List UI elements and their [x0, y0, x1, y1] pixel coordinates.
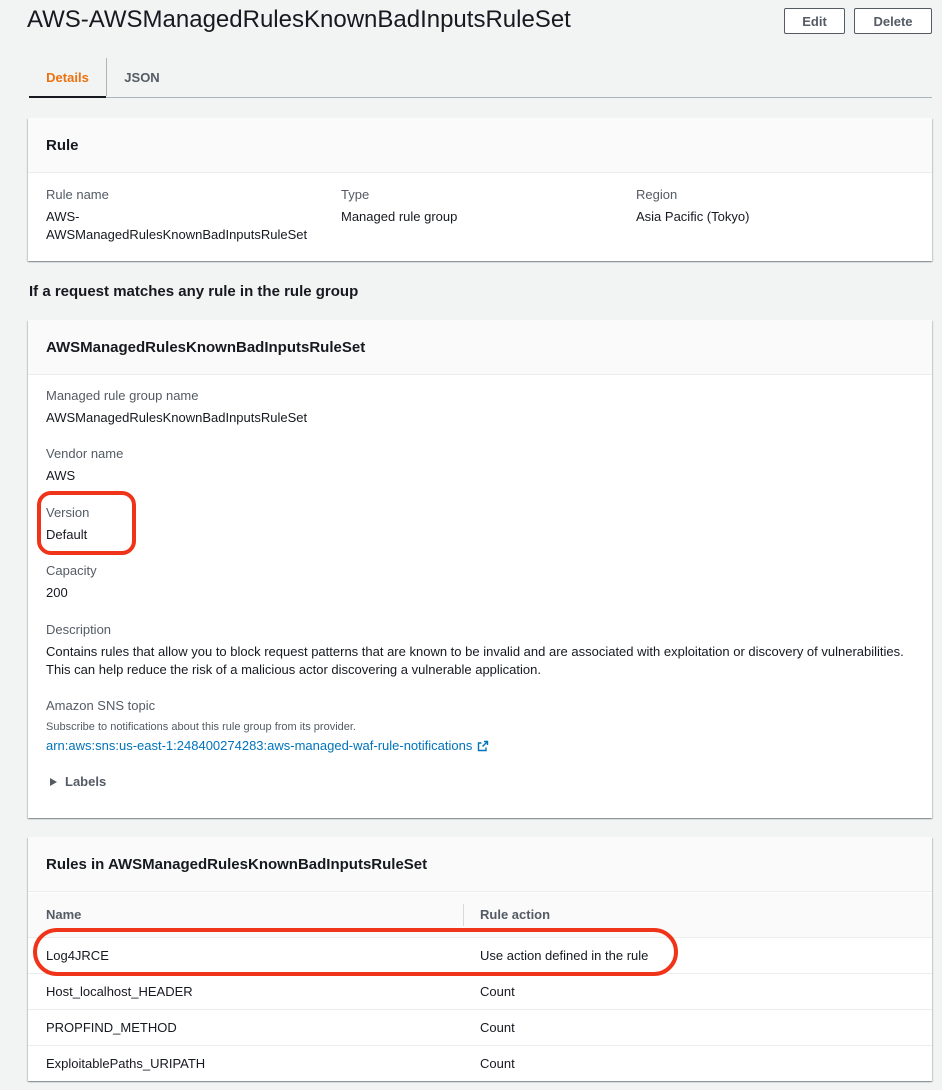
description-value: Contains rules that allow you to block r…	[46, 644, 904, 677]
sns-topic-subtext: Subscribe to notifications about this ru…	[46, 721, 356, 733]
table-row: PROPFIND_METHOD Count	[28, 1009, 932, 1046]
capacity-value: 200	[46, 585, 68, 600]
rule-card: Rule Rule name AWS- AWSManagedRulesKnown…	[28, 118, 932, 261]
edit-button[interactable]: Edit	[784, 8, 845, 34]
rule-action-cell: Count	[463, 973, 932, 1010]
rule-card-title: Rule	[28, 118, 932, 173]
rule-name-value: AWS- AWSManagedRulesKnownBadInputsRuleSe…	[46, 209, 308, 242]
delete-button[interactable]: Delete	[854, 8, 932, 34]
rule-name-cell: PROPFIND_METHOD	[28, 1009, 463, 1046]
column-header-rule-action-label: Rule action	[480, 907, 551, 923]
external-link-icon	[478, 740, 489, 752]
type-value: Managed rule group	[341, 209, 458, 224]
description-field: Description Contains rules that allow yo…	[46, 621, 916, 679]
table-header-row: Name Rule action	[28, 893, 932, 938]
region-value: Asia Pacific (Tokyo)	[636, 209, 750, 224]
version-value: Default	[46, 527, 88, 542]
sns-topic-field: Amazon SNS topic Subscribe to notificati…	[46, 697, 489, 755]
tab-json[interactable]: JSON	[107, 58, 177, 97]
rule-name-label: Rule name	[46, 187, 109, 202]
tab-bar: Details JSON	[29, 58, 932, 98]
caret-right-icon	[50, 777, 57, 786]
section-heading: If a request matches any rule in the rul…	[29, 283, 359, 300]
vendor-name-field: Vendor name AWS	[46, 445, 123, 485]
capacity-label: Capacity	[46, 563, 97, 578]
vendor-name-label: Vendor name	[46, 446, 124, 461]
type-field: Type Managed rule group	[341, 186, 611, 226]
version-label: Version	[46, 505, 90, 520]
type-label: Type	[341, 187, 370, 202]
rule-name-cell: Host_localhost_HEADER	[28, 973, 463, 1010]
capacity-field: Capacity 200	[46, 562, 97, 602]
version-field: Version Default	[46, 504, 89, 544]
sns-topic-arn: arn:aws:sns:us-east-1:248400274283:aws-m…	[46, 738, 473, 753]
rule-name-field: Rule name AWS- AWSManagedRulesKnownBadIn…	[46, 186, 316, 244]
column-divider	[463, 904, 464, 926]
managed-rule-group-name-field: Managed rule group name AWSManagedRulesK…	[46, 387, 307, 427]
rules-table-card: Rules in AWSManagedRulesKnownBadInputsRu…	[28, 837, 932, 1081]
sns-topic-label: Amazon SNS topic	[46, 698, 156, 713]
table-row: ExploitablePaths_URIPATH Count	[28, 1045, 932, 1081]
managed-rule-group-name-value: AWSManagedRulesKnownBadInputsRuleSet	[46, 410, 308, 425]
sns-topic-link[interactable]: arn:aws:sns:us-east-1:248400274283:aws-m…	[46, 737, 489, 755]
rules-table-title: Rules in AWSManagedRulesKnownBadInputsRu…	[28, 837, 932, 892]
labels-expander-label: Labels	[65, 774, 107, 789]
page-title: AWS-AWSManagedRulesKnownBadInputsRuleSet	[27, 6, 571, 33]
rule-group-card-title: AWSManagedRulesKnownBadInputsRuleSet	[28, 320, 932, 375]
region-field: Region Asia Pacific (Tokyo)	[636, 186, 906, 226]
rules-table: Name Rule action Log4JRCE Use action def…	[28, 893, 932, 1081]
column-header-name: Name	[28, 893, 463, 938]
description-label: Description	[46, 622, 112, 637]
rule-name-cell: ExploitablePaths_URIPATH	[46, 1055, 206, 1071]
managed-rule-group-name-label: Managed rule group name	[46, 388, 199, 403]
table-row: Log4JRCE Use action defined in the rule	[28, 937, 932, 974]
rule-action-cell: Count	[480, 1055, 515, 1071]
table-row: Host_localhost_HEADER Count	[28, 973, 932, 1010]
column-header-rule-action: Rule action	[463, 893, 932, 938]
labels-expander[interactable]: Labels	[50, 774, 106, 789]
rule-action-cell: Use action defined in the rule	[463, 937, 932, 974]
rule-group-card: AWSManagedRulesKnownBadInputsRuleSet Man…	[28, 320, 932, 818]
tab-details[interactable]: Details	[29, 58, 106, 98]
rule-action-cell: Count	[463, 1009, 932, 1046]
rule-name-cell: Log4JRCE	[28, 937, 463, 974]
region-label: Region	[636, 187, 678, 202]
vendor-name-value: AWS	[46, 468, 76, 483]
